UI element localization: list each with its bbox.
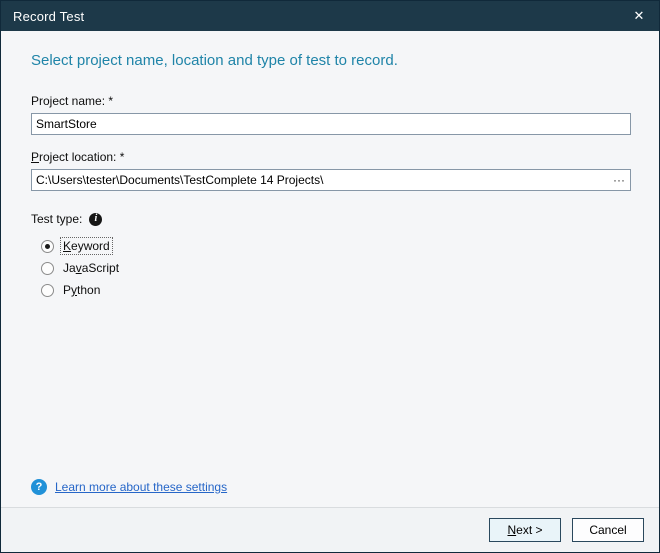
project-location-label: Project location: * [31,150,629,164]
radio-button-icon[interactable] [41,240,54,253]
project-name-input[interactable] [31,113,631,135]
radio-button-icon[interactable] [41,284,54,297]
record-test-dialog: Record Test ✕ Select project name, locat… [0,0,660,553]
project-location-input[interactable] [32,170,608,190]
help-row: ? Learn more about these settings [31,479,629,495]
dialog-heading: Select project name, location and type o… [31,51,629,71]
radio-python[interactable]: Python [41,279,629,301]
test-type-label: Test type: [31,212,82,226]
project-location-field: ··· [31,169,631,191]
cancel-button[interactable]: Cancel [572,518,644,542]
radio-keyword[interactable]: Keyword [41,235,629,257]
next-button[interactable]: Next > [489,518,561,542]
title-bar: Record Test ✕ [1,1,659,31]
close-icon[interactable]: ✕ [619,1,659,31]
project-location-label-mnemonic: P [31,150,39,164]
radio-button-icon[interactable] [41,262,54,275]
radio-javascript-label[interactable]: JavaScript [61,260,121,276]
radio-keyword-label[interactable]: Keyword [61,238,112,254]
project-location-label-rest: roject location: * [39,150,124,164]
info-icon[interactable]: i [89,213,102,226]
window-title: Record Test [1,9,84,24]
test-type-radio-group: Keyword JavaScript Python [31,235,629,301]
help-question-icon[interactable]: ? [31,479,47,495]
radio-python-label[interactable]: Python [61,282,102,298]
radio-javascript[interactable]: JavaScript [41,257,629,279]
dialog-body: Select project name, location and type o… [1,31,659,507]
project-name-label: Project name: * [31,94,629,108]
browse-ellipsis-button[interactable]: ··· [608,170,630,190]
test-type-row: Test type: i [31,212,629,226]
button-bar: Next > Cancel [1,507,659,552]
learn-more-link[interactable]: Learn more about these settings [55,480,227,494]
